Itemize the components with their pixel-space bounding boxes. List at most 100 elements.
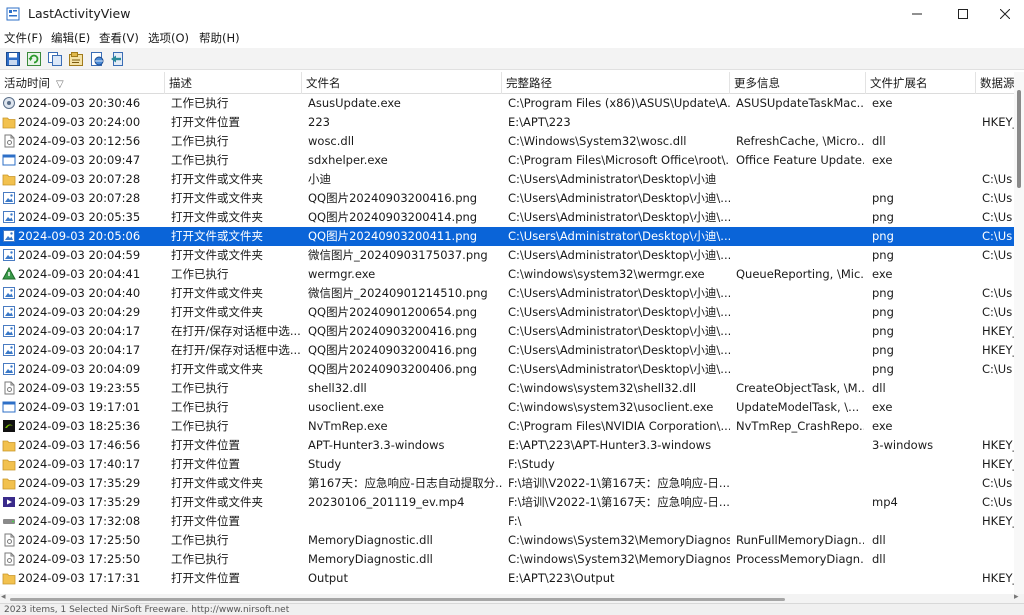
exit-icon[interactable] — [110, 51, 126, 67]
cell-data-source: C:\Us — [982, 305, 1013, 319]
table-row[interactable]: 2024-09-03 17:40:17 打开文件位置 Study F:\Study HK… — [0, 455, 1014, 474]
cell-time: 2024-09-03 19:23:55 — [18, 381, 141, 395]
app-window-icon — [2, 401, 16, 413]
table-row[interactable]: 2024-09-03 20:05:35 打开文件或文件夹 QQ图片202409032… — [0, 208, 1014, 227]
cell-more-info: RefreshCache, \Micro... — [736, 134, 864, 148]
cell-more-info: Office Feature Update... — [736, 153, 864, 167]
column-header-extension[interactable]: 文件扩展名 — [866, 72, 976, 94]
horizontal-scroll-thumb[interactable] — [10, 598, 785, 601]
cell-more-info — [736, 246, 864, 265]
cell-full-path: C:\windows\System32\MemoryDiagnos... — [508, 533, 730, 547]
cell-more-info — [736, 303, 864, 322]
cell-more-info — [736, 227, 864, 246]
cell-description: 打开文件或文件夹 — [171, 191, 263, 205]
cell-time: 2024-09-03 20:04:17 — [18, 343, 141, 357]
cell-data-source: HKEY_ — [982, 343, 1014, 357]
table-row[interactable]: 2024-09-03 18:25:36 工作已执行 NvTmRep.exe C:\Pr… — [0, 417, 1014, 436]
table-row[interactable]: 2024-09-03 20:07:28 打开文件或文件夹 QQ图片202409032… — [0, 189, 1014, 208]
table-row[interactable]: 2024-09-03 20:04:09 打开文件或文件夹 QQ图片202409032… — [0, 360, 1014, 379]
wermgr-icon — [2, 267, 16, 280]
table-row[interactable]: 2024-09-03 20:12:56 工作已执行 wosc.dll C:\Windo… — [0, 132, 1014, 151]
column-header-filename[interactable]: 文件名 — [302, 72, 502, 94]
menu-view[interactable]: 查看(V) — [99, 30, 139, 46]
column-header-full-path[interactable]: 完整路径 — [502, 72, 730, 94]
properties-icon[interactable] — [68, 51, 84, 67]
table-row[interactable]: 2024-09-03 20:04:40 打开文件或文件夹 微信图片_20240901… — [0, 284, 1014, 303]
cell-description: 工作已执行 — [171, 96, 229, 110]
html-report-icon[interactable] — [89, 51, 105, 67]
cell-filename: 小迪 — [308, 172, 331, 186]
minimize-button[interactable] — [894, 0, 940, 28]
vertical-scroll-thumb[interactable] — [1017, 90, 1021, 188]
folder-icon — [2, 573, 16, 585]
menu-bar: 文件(F) 编辑(E) 查看(V) 选项(O) 帮助(H) — [0, 28, 1024, 47]
cell-more-info — [736, 436, 864, 455]
table-row[interactable]: 2024-09-03 20:30:46 工作已执行 AsusUpdate.exe C:… — [0, 94, 1014, 113]
cell-data-source: C:\Us — [982, 362, 1013, 376]
table-row[interactable]: 2024-09-03 17:25:50 工作已执行 MemoryDiagnostic… — [0, 550, 1014, 569]
cell-extension — [872, 512, 976, 531]
cell-extension: exe — [872, 267, 893, 281]
cell-time: 2024-09-03 20:09:47 — [18, 153, 141, 167]
image-file-icon — [3, 230, 15, 242]
table-row[interactable]: 2024-09-03 17:35:29 打开文件或文件夹 第167天：应急响应-日志… — [0, 474, 1014, 493]
cell-filename: wosc.dll — [308, 134, 355, 148]
cell-description: 打开文件或文件夹 — [171, 495, 263, 509]
cell-description: 打开文件位置 — [171, 115, 240, 129]
cell-full-path: C:\Program Files\Microsoft Office\root\.… — [508, 153, 730, 167]
table-row[interactable]: 2024-09-03 20:24:00 打开文件位置 223 E:\APT\223 HK… — [0, 113, 1014, 132]
refresh-icon[interactable] — [26, 51, 42, 67]
cell-data-source: HKEY_ — [982, 571, 1014, 585]
cell-more-info — [736, 474, 864, 493]
cell-filename: APT-Hunter3.3-windows — [308, 438, 445, 452]
cell-extension: mp4 — [872, 495, 898, 509]
menu-edit[interactable]: 编辑(E) — [51, 30, 90, 46]
table-row[interactable]: 2024-09-03 20:04:41 工作已执行 wermgr.exe C:\win… — [0, 265, 1014, 284]
column-header-more-info[interactable]: 更多信息 — [730, 72, 866, 94]
table-row[interactable]: 2024-09-03 20:04:59 打开文件或文件夹 微信图片_20240903… — [0, 246, 1014, 265]
table-row[interactable]: 2024-09-03 20:09:47 工作已执行 sdxhelper.exe C:\… — [0, 151, 1014, 170]
copy-icon[interactable] — [47, 51, 63, 67]
horizontal-scrollbar[interactable]: ◂ ▸ — [0, 592, 1024, 603]
table-row[interactable]: 2024-09-03 19:17:01 工作已执行 usoclient.exe C:\… — [0, 398, 1014, 417]
table-row[interactable]: 2024-09-03 17:25:50 工作已执行 MemoryDiagnostic… — [0, 531, 1014, 550]
cell-full-path: F:\培训\V2022-1\第167天：应急响应-日... — [508, 476, 730, 490]
save-icon[interactable] — [5, 51, 21, 67]
table-row[interactable]: 2024-09-03 17:32:08 打开文件位置 F:\ HKEY_ — [0, 512, 1014, 531]
column-header-description[interactable]: 描述 — [165, 72, 302, 94]
folder-icon — [2, 440, 16, 452]
cell-time: 2024-09-03 20:04:41 — [18, 267, 141, 281]
cell-data-source: HKEY_ — [982, 115, 1014, 129]
cell-more-info — [736, 113, 864, 132]
table-row[interactable]: 2024-09-03 17:35:29 打开文件或文件夹 20230106_2011… — [0, 493, 1014, 512]
cell-data-source: C:\Us — [982, 286, 1013, 300]
maximize-icon — [958, 9, 968, 19]
cell-extension — [872, 170, 976, 189]
table-row[interactable]: 2024-09-03 17:17:31 打开文件位置 Output E:\APT\22… — [0, 569, 1014, 588]
table-row-selected[interactable]: 2024-09-03 20:05:06 打开文件或文件夹 QQ图片202409032… — [0, 227, 1014, 246]
scroll-right-icon[interactable]: ▸ — [1014, 592, 1019, 602]
table-row[interactable]: 2024-09-03 20:04:17 在打开/保存对话框中选... QQ图片202… — [0, 341, 1014, 360]
table-row[interactable]: 2024-09-03 20:04:17 在打开/保存对话框中选... QQ图片202… — [0, 322, 1014, 341]
table-row[interactable]: 2024-09-03 17:46:56 打开文件位置 APT-Hunter3.3-w… — [0, 436, 1014, 455]
column-header-data-source[interactable]: 数据源 — [976, 72, 1014, 94]
table-row[interactable]: 2024-09-03 20:04:29 打开文件或文件夹 QQ图片202409012… — [0, 303, 1014, 322]
cell-extension: png — [872, 286, 894, 300]
menu-options[interactable]: 选项(O) — [148, 30, 189, 46]
cell-time: 2024-09-03 20:30:46 — [18, 96, 141, 110]
app-icon — [6, 7, 20, 21]
close-button[interactable] — [986, 0, 1024, 28]
menu-help[interactable]: 帮助(H) — [199, 30, 240, 46]
vertical-scrollbar[interactable] — [1014, 72, 1024, 594]
column-header-time[interactable]: 活动时间 ▽ — [0, 72, 165, 94]
table-row[interactable]: 2024-09-03 20:07:28 打开文件或文件夹 小迪 C:\Users\Ad… — [0, 170, 1014, 189]
menu-file[interactable]: 文件(F) — [4, 30, 43, 46]
table-row[interactable]: 2024-09-03 19:23:55 工作已执行 shell32.dll C:\wi… — [0, 379, 1014, 398]
cell-more-info — [736, 341, 864, 360]
dll-file-icon — [4, 552, 15, 566]
cell-filename: QQ图片20240903200411.png — [308, 229, 478, 243]
maximize-button[interactable] — [940, 0, 986, 28]
sort-descending-icon: ▽ — [56, 79, 64, 90]
scroll-left-icon[interactable]: ◂ — [1, 592, 6, 602]
cell-time: 2024-09-03 17:32:08 — [18, 514, 141, 528]
